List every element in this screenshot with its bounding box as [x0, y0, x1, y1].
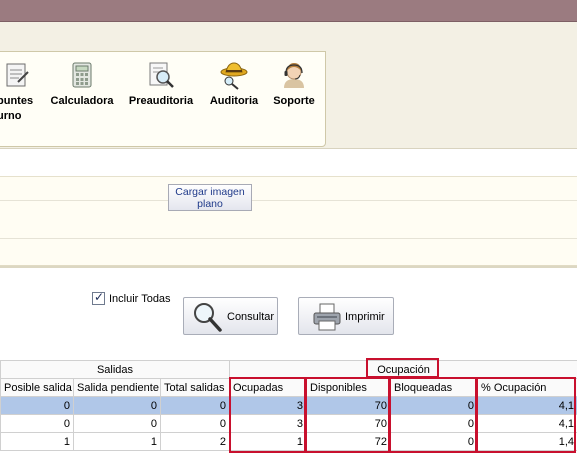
search-icon: [190, 300, 224, 337]
info-bar: [0, 149, 577, 177]
table-cell: 3: [229, 414, 307, 433]
column-header[interactable]: Bloqueadas: [390, 378, 478, 397]
table-cell: 1: [229, 432, 307, 451]
table-cell: 3: [229, 396, 307, 415]
ribbon-item-apuntes[interactable]: puntes urno: [0, 60, 37, 124]
ribbon-item-label: puntes: [0, 95, 34, 107]
ribbon-item-calculadora[interactable]: Calculadora: [47, 60, 117, 109]
include-all-label: Incluir Todas: [109, 292, 171, 305]
ribbon-item-label: Auditoria: [209, 95, 259, 107]
group-header-salidas: Salidas: [0, 360, 230, 379]
column-header-row: Posible salida Salida pendiente Total sa…: [0, 378, 577, 397]
column-header[interactable]: Salida pendiente: [73, 378, 161, 397]
consult-label: Consultar: [227, 311, 275, 323]
divider: [0, 200, 577, 201]
table-cell: 0: [390, 432, 478, 451]
calculator-icon: [67, 60, 97, 90]
support-agent-icon: [279, 60, 309, 90]
occupancy-table: Salidas Ocupación Posible salida Salida …: [0, 360, 577, 451]
window-titlebar: [0, 0, 577, 22]
ribbon-panel: puntes urno Calculadora Preauditoria Aud…: [0, 51, 326, 147]
print-label: Imprimir: [345, 311, 385, 323]
consult-button[interactable]: Consultar: [183, 297, 278, 335]
ribbon-item-label: Soporte: [273, 95, 315, 107]
table-cell: 2: [160, 432, 230, 451]
table-cell: 72: [306, 432, 391, 451]
table-cell: 1: [73, 432, 161, 451]
table-cell: 1: [0, 432, 74, 451]
include-all-checkbox[interactable]: [92, 290, 105, 305]
table-cell: 70: [306, 396, 391, 415]
column-header[interactable]: Total salidas: [160, 378, 230, 397]
magnifier-document-icon: [146, 60, 176, 90]
column-header[interactable]: Posible salida: [0, 378, 74, 397]
load-plan-image-button[interactable]: Cargar imagen plano: [168, 184, 252, 211]
table-row[interactable]: 0 0 0 3 70 0 4,1: [0, 414, 577, 433]
group-header-ocupacion: Ocupación: [228, 360, 577, 379]
table-cell: 0: [73, 414, 161, 433]
table-cell: 0: [0, 396, 74, 415]
table-cell: 4,1: [476, 396, 577, 415]
table-cell: 0: [160, 396, 230, 415]
group-header-row: Salidas Ocupación: [0, 360, 577, 379]
ribbon-item-label-2: urno: [0, 110, 22, 122]
include-all-option[interactable]: Incluir Todas: [92, 290, 171, 305]
notes-icon: [1, 60, 31, 90]
table-cell: 0: [160, 414, 230, 433]
separator: [0, 266, 577, 268]
ribbon-item-label: Preauditoria: [128, 95, 194, 107]
detective-icon: [219, 60, 249, 90]
table-cell: 0: [73, 396, 161, 415]
column-header[interactable]: Ocupadas: [229, 378, 307, 397]
table-cell: 1,4: [476, 432, 577, 451]
table-cell: 70: [306, 414, 391, 433]
ribbon-item-label: Calculadora: [50, 95, 114, 107]
table-row[interactable]: 1 1 2 1 72 0 1,4: [0, 432, 577, 451]
ribbon-item-auditoria[interactable]: Auditoria: [205, 60, 263, 109]
ribbon-item-soporte[interactable]: Soporte: [269, 60, 319, 109]
table-cell: 4,1: [476, 414, 577, 433]
ribbon-item-preauditoria[interactable]: Preauditoria: [125, 60, 197, 109]
column-header[interactable]: Disponibles: [306, 378, 391, 397]
table-cell: 0: [0, 414, 74, 433]
print-button[interactable]: Imprimir: [298, 297, 394, 335]
column-header[interactable]: % Ocupación: [476, 378, 577, 397]
table-cell: 0: [390, 414, 478, 433]
table-row[interactable]: 0 0 0 3 70 0 4,1: [0, 396, 577, 415]
printer-icon: [311, 301, 343, 336]
table-cell: 0: [390, 396, 478, 415]
divider: [0, 238, 577, 239]
plan-panel: [0, 177, 577, 266]
